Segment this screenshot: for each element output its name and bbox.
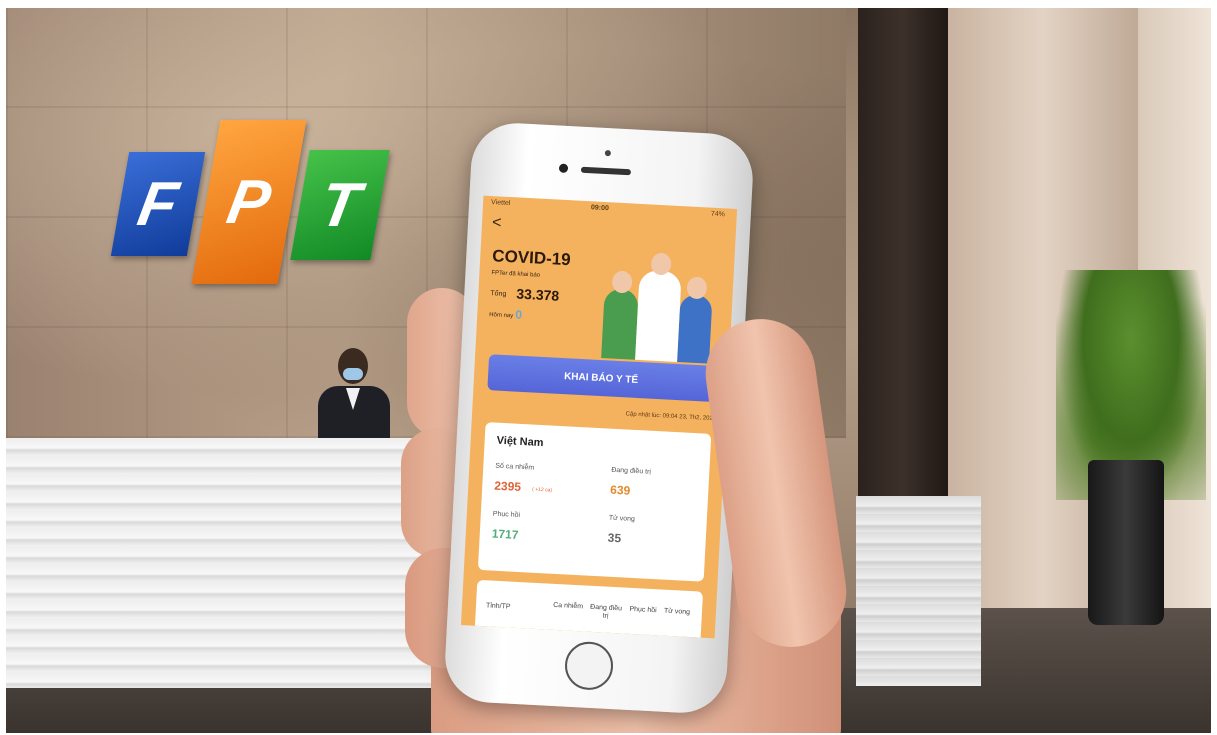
treating-value: 639 <box>609 482 631 498</box>
today-value: 0 <box>514 307 523 322</box>
plant-pot <box>1088 460 1164 625</box>
page-title: COVID-19 <box>491 246 572 270</box>
deaths-label: Tử vong <box>608 514 636 524</box>
column-header-recovered: Phục hồi <box>629 605 657 615</box>
declared-label: FPTer đã khai báo <box>491 270 541 279</box>
fpt-logo: F P T <box>110 120 390 290</box>
front-camera <box>558 163 569 174</box>
reception-desk <box>6 438 446 688</box>
deaths-value: 35 <box>607 530 622 546</box>
dark-pillar <box>858 8 948 498</box>
smartphone: Viettel 09:00 74% < COVID-19 FPTer đã kh… <box>443 121 755 715</box>
column-header-deaths: Tử vong <box>663 607 691 617</box>
doctor-figure <box>601 270 639 360</box>
carrier-label: Viettel <box>490 199 511 208</box>
cases-delta: ( +12 ca) <box>532 486 553 494</box>
clock: 09:00 <box>590 204 610 213</box>
country-stats-card: Việt Nam Số ca nhiễm 2395 ( +12 ca) Đang… <box>477 422 712 582</box>
recovered-label: Phục hồi <box>492 510 521 519</box>
today-label: Hôm nay <box>489 312 514 320</box>
photo-scene: F P T Viettel 09:00 74% < COVID-19 FPTer… <box>6 8 1211 733</box>
home-button[interactable] <box>563 640 615 692</box>
logo-letter-f: F <box>110 152 206 256</box>
country-name: Việt Nam <box>496 434 544 450</box>
app-screen: Viettel 09:00 74% < COVID-19 FPTer đã kh… <box>460 195 738 639</box>
treating-label: Đang điều trị <box>611 466 652 476</box>
receptionist <box>310 346 400 440</box>
reception-desk-right <box>856 496 981 686</box>
phone-sensor <box>604 149 612 157</box>
doctor-figure <box>677 276 713 364</box>
potted-plant <box>1056 270 1206 630</box>
face-mask <box>343 368 363 380</box>
column-header-cases: Ca nhiễm <box>552 601 584 611</box>
phone-speaker <box>580 166 632 176</box>
column-header-treating: Đang điều trị <box>589 603 623 620</box>
recovered-value: 1717 <box>491 526 519 542</box>
province-table-header: Tỉnh/TP Ca nhiễm Đang điều trị Phục hồi … <box>474 579 704 638</box>
total-value: 33.378 <box>515 285 560 304</box>
back-icon[interactable]: < <box>492 214 502 232</box>
cases-label: Số ca nhiễm <box>495 462 535 472</box>
updated-timestamp: Cập nhật lúc: 09:04 23, Th2, 2021 <box>625 411 717 423</box>
column-header-province: Tỉnh/TP <box>485 602 511 611</box>
doctor-figure <box>635 252 682 363</box>
cases-value: 2395 <box>493 478 522 495</box>
battery-level: 74% <box>710 210 725 219</box>
logo-letter-t: T <box>290 150 390 260</box>
total-label: Tổng <box>490 290 507 298</box>
logo-letter-p: P <box>191 120 307 284</box>
doctors-illustration <box>593 246 723 364</box>
status-bar: Viettel 09:00 74% <box>483 196 737 223</box>
